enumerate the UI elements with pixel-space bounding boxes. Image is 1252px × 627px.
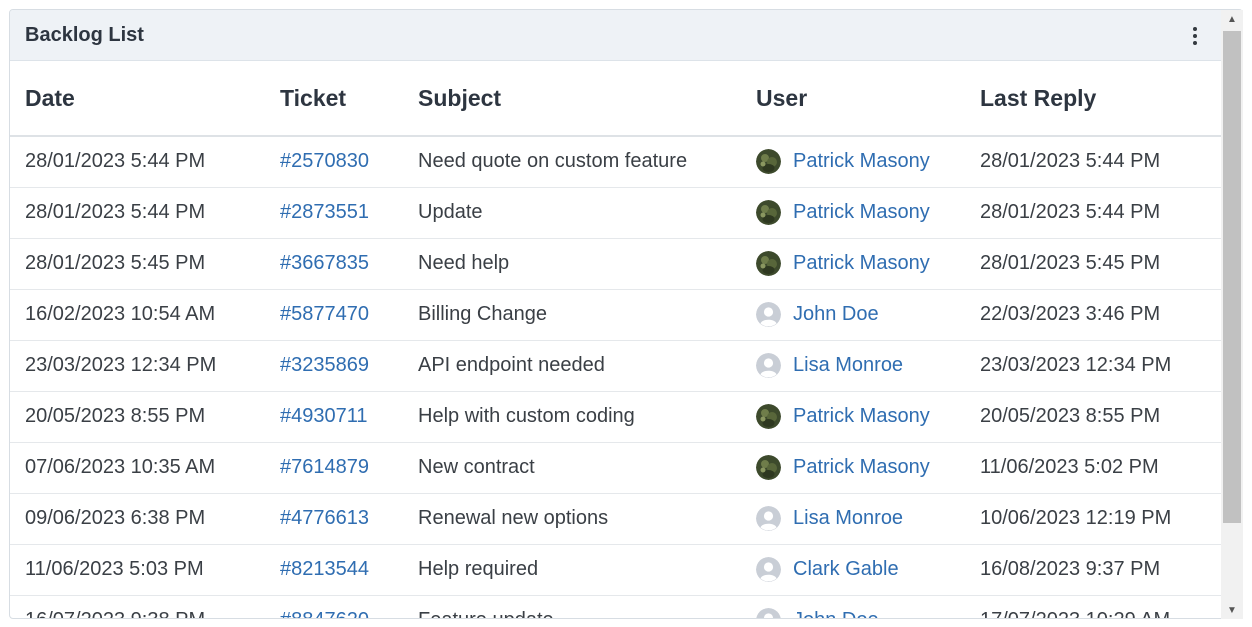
scroll-down-arrow-icon[interactable]: ▼ — [1221, 601, 1243, 619]
row-user: Patrick Masony — [741, 442, 965, 494]
row-date: 07/06/2023 10:35 AM — [10, 442, 265, 494]
row-user: Patrick Masony — [741, 136, 965, 188]
table-header-row: Date Ticket Subject User Last Reply — [10, 62, 1222, 137]
column-header-date[interactable]: Date — [10, 62, 265, 137]
column-header-user[interactable]: User — [741, 62, 965, 137]
ticket-link[interactable]: #3667835 — [265, 238, 403, 290]
row-user: Clark Gable — [741, 544, 965, 596]
table-body: 28/01/2023 5:44 PM #2570830 Need quote on … — [10, 136, 1222, 618]
table-row[interactable]: 07/06/2023 10:35 AM #7614879 New contract P… — [10, 442, 1222, 494]
column-header-last-reply[interactable]: Last Reply — [965, 62, 1222, 137]
default-user-icon — [756, 608, 781, 618]
row-last-reply: 28/01/2023 5:44 PM — [965, 187, 1222, 239]
ticket-link[interactable]: #2570830 — [265, 136, 403, 188]
user-link[interactable]: Patrick Masony — [793, 252, 930, 275]
row-date: 28/01/2023 5:44 PM — [10, 136, 265, 188]
row-date: 20/05/2023 8:55 PM — [10, 391, 265, 443]
row-user: John Doe — [741, 595, 965, 618]
table-row[interactable]: 28/01/2023 5:44 PM #2570830 Need quote on … — [10, 136, 1222, 188]
ticket-link[interactable]: #4930711 — [265, 391, 403, 443]
avatar-photo-icon — [756, 200, 781, 225]
ticket-link[interactable]: #3235869 — [265, 340, 403, 392]
row-date: 28/01/2023 5:45 PM — [10, 238, 265, 290]
row-subject: Billing Change — [403, 289, 741, 341]
row-date: 16/02/2023 10:54 AM — [10, 289, 265, 341]
user-link[interactable]: Clark Gable — [793, 558, 899, 581]
row-date: 23/03/2023 12:34 PM — [10, 340, 265, 392]
avatar-photo-icon — [756, 404, 781, 429]
user-link[interactable]: John Doe — [793, 609, 879, 618]
avatar-photo-icon — [756, 149, 781, 175]
row-last-reply: 22/03/2023 3:46 PM — [965, 289, 1222, 341]
table-row[interactable]: 23/03/2023 12:34 PM #3235869 API endpoint … — [10, 340, 1222, 392]
row-last-reply: 28/01/2023 5:44 PM — [965, 136, 1222, 188]
table-row[interactable]: 11/06/2023 5:03 PM #8213544 Help required C… — [10, 544, 1222, 596]
ticket-link[interactable]: #5877470 — [265, 289, 403, 341]
table-row[interactable]: 20/05/2023 8:55 PM #4930711 Help with cust… — [10, 391, 1222, 443]
row-subject: Feature update — [403, 595, 741, 618]
user-link[interactable]: Lisa Monroe — [793, 354, 903, 377]
row-last-reply: 23/03/2023 12:34 PM — [965, 340, 1222, 392]
row-last-reply: 28/01/2023 5:45 PM — [965, 238, 1222, 290]
panel-header: Backlog List — [10, 10, 1222, 61]
row-subject: API endpoint needed — [403, 340, 741, 392]
avatar-photo-icon — [756, 455, 781, 480]
row-last-reply: 20/05/2023 8:55 PM — [965, 391, 1222, 443]
backlog-table-container: Date Ticket Subject User Last Reply 28/0… — [10, 62, 1222, 618]
ticket-link[interactable]: #7614879 — [265, 442, 403, 494]
column-header-ticket[interactable]: Ticket — [265, 62, 403, 137]
row-subject: New contract — [403, 442, 741, 494]
row-subject: Renewal new options — [403, 493, 741, 545]
default-user-icon — [756, 353, 781, 378]
row-user: John Doe — [741, 289, 965, 341]
row-date: 28/01/2023 5:44 PM — [10, 187, 265, 239]
vertical-scrollbar[interactable]: ▲ ▼ — [1221, 10, 1243, 619]
default-user-icon — [756, 557, 781, 582]
ticket-link[interactable]: #8213544 — [265, 544, 403, 596]
user-link[interactable]: Patrick Masony — [793, 456, 930, 479]
backlog-panel: Backlog List Date Ticket Subject User La… — [9, 9, 1243, 619]
row-last-reply: 17/07/2023 10:29 AM — [965, 595, 1222, 618]
scroll-up-arrow-icon[interactable]: ▲ — [1221, 10, 1243, 28]
user-link[interactable]: Patrick Masony — [793, 405, 930, 428]
row-subject: Help with custom coding — [403, 391, 741, 443]
row-last-reply: 16/08/2023 9:37 PM — [965, 544, 1222, 596]
row-user: Patrick Masony — [741, 187, 965, 239]
row-subject: Help required — [403, 544, 741, 596]
table-row[interactable]: 28/01/2023 5:44 PM #2873551 Update Patrick … — [10, 187, 1222, 239]
ticket-link[interactable]: #8847620 — [265, 595, 403, 618]
avatar-photo-icon — [756, 251, 781, 276]
ticket-link[interactable]: #2873551 — [265, 187, 403, 239]
backlog-table: Date Ticket Subject User Last Reply 28/0… — [10, 62, 1222, 618]
row-subject: Need help — [403, 238, 741, 290]
column-header-subject[interactable]: Subject — [403, 62, 741, 137]
user-link[interactable]: Patrick Masony — [793, 201, 930, 224]
row-last-reply: 10/06/2023 12:19 PM — [965, 493, 1222, 545]
ticket-link[interactable]: #4776613 — [265, 493, 403, 545]
kebab-menu-icon[interactable] — [1183, 24, 1207, 48]
user-link[interactable]: Patrick Masony — [793, 150, 930, 173]
default-user-icon — [756, 506, 781, 531]
table-row[interactable]: 16/07/2023 9:38 PM#8847620Feature update… — [10, 595, 1222, 618]
row-user: Lisa Monroe — [741, 340, 965, 392]
row-user: Patrick Masony — [741, 391, 965, 443]
table-row[interactable]: 28/01/2023 5:45 PM #3667835 Need help Patri… — [10, 238, 1222, 290]
row-user: Patrick Masony — [741, 238, 965, 290]
panel-title: Backlog List — [25, 24, 144, 46]
row-date: 16/07/2023 9:38 PM — [10, 595, 265, 618]
scrollbar-thumb[interactable] — [1223, 31, 1241, 523]
table-row[interactable]: 09/06/2023 6:38 PM #4776613 Renewal new op… — [10, 493, 1222, 545]
row-subject: Need quote on custom feature — [403, 136, 741, 188]
user-link[interactable]: Lisa Monroe — [793, 507, 903, 530]
row-last-reply: 11/06/2023 5:02 PM — [965, 442, 1222, 494]
row-date: 11/06/2023 5:03 PM — [10, 544, 265, 596]
default-user-icon — [756, 302, 781, 327]
row-user: Lisa Monroe — [741, 493, 965, 545]
row-subject: Update — [403, 187, 741, 239]
row-date: 09/06/2023 6:38 PM — [10, 493, 265, 545]
user-link[interactable]: John Doe — [793, 303, 879, 326]
table-row[interactable]: 16/02/2023 10:54 AM #5877470 Billing Chang… — [10, 289, 1222, 341]
